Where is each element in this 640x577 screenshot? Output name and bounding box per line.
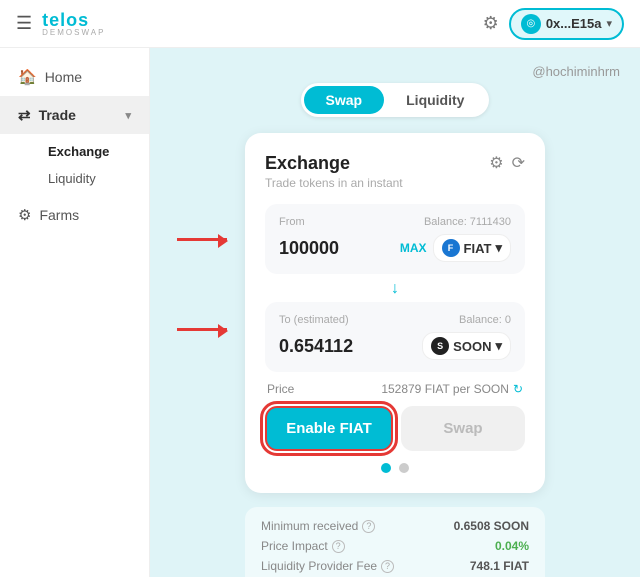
- topbar: ☰ telos DEMOSWAP ⚙ ◎ 0x...E15a ▾: [0, 0, 640, 48]
- card-title: Exchange: [265, 153, 403, 174]
- step-dots: [265, 463, 525, 473]
- lp-fee-label: Liquidity Provider Fee ?: [261, 559, 394, 573]
- sidebar: 🏠 Home ⇄ Trade ▾ Exchange Liquidity ⚙ Fa…: [0, 48, 150, 577]
- to-controls: S SOON ▾: [422, 332, 511, 360]
- main-layout: 🏠 Home ⇄ Trade ▾ Exchange Liquidity ⚙ Fa…: [0, 48, 640, 577]
- logo-title: telos: [42, 11, 105, 29]
- sidebar-item-exchange[interactable]: Exchange: [40, 138, 149, 165]
- to-token-label: SOON: [453, 339, 491, 354]
- topbar-left: ☰ telos DEMOSWAP: [16, 11, 105, 37]
- to-field-main: 0.654112 S SOON ▾: [279, 332, 511, 360]
- tab-swap[interactable]: Swap: [304, 86, 385, 114]
- trade-chevron: ▾: [125, 109, 131, 122]
- arrow-annotation-2: [177, 328, 227, 331]
- logo: telos DEMOSWAP: [42, 11, 105, 37]
- arrow-annotation-1: [177, 238, 227, 241]
- to-label: To (estimated): [279, 314, 349, 326]
- from-field: From Balance: 7111430 100000 MAX F FIAT …: [265, 204, 525, 274]
- soon-icon: S: [431, 337, 449, 355]
- home-icon: 🏠: [18, 68, 37, 86]
- min-received-help[interactable]: ?: [362, 520, 375, 533]
- min-received-value: 0.6508 SOON: [454, 519, 529, 533]
- step-dot-1: [381, 463, 391, 473]
- info-row-lp-fee: Liquidity Provider Fee ? 748.1 FIAT: [261, 559, 529, 573]
- to-token-chevron: ▾: [495, 338, 502, 354]
- to-field-top: To (estimated) Balance: 0: [279, 314, 511, 326]
- card-history-icon[interactable]: ⟳: [512, 153, 525, 173]
- lp-fee-help[interactable]: ?: [381, 560, 394, 573]
- trade-icon: ⇄: [18, 106, 31, 124]
- card-subtitle: Trade tokens in an instant: [265, 176, 403, 190]
- price-impact-help[interactable]: ?: [332, 540, 345, 553]
- max-button[interactable]: MAX: [400, 241, 427, 255]
- chevron-down-icon: ▾: [606, 17, 612, 30]
- from-label: From: [279, 216, 305, 228]
- settings-icon[interactable]: ⚙: [483, 13, 499, 34]
- price-row: Price 152879 FIAT per SOON ↻: [265, 382, 525, 396]
- card-header: Exchange Trade tokens in an instant ⚙ ⟳: [265, 153, 525, 190]
- lp-fee-value: 748.1 FIAT: [470, 559, 529, 573]
- to-token-select[interactable]: S SOON ▾: [422, 332, 511, 360]
- sidebar-item-trade[interactable]: ⇄ Trade ▾: [0, 96, 149, 134]
- from-field-top: From Balance: 7111430: [279, 216, 511, 228]
- from-amount[interactable]: 100000: [279, 238, 339, 259]
- swap-button[interactable]: Swap: [401, 406, 525, 451]
- info-section: Minimum received ? 0.6508 SOON Price Imp…: [245, 507, 545, 577]
- step-dot-2: [399, 463, 409, 473]
- price-impact-value: 0.04%: [495, 539, 529, 553]
- to-amount[interactable]: 0.654112: [279, 336, 353, 357]
- from-token-chevron: ▾: [495, 240, 502, 256]
- hamburger-icon[interactable]: ☰: [16, 13, 32, 34]
- sidebar-item-home[interactable]: 🏠 Home: [0, 58, 149, 96]
- wallet-icon: ◎: [521, 14, 541, 34]
- exchange-card: Exchange Trade tokens in an instant ⚙ ⟳ …: [245, 133, 545, 493]
- logo-sub: DEMOSWAP: [42, 29, 105, 37]
- min-received-label: Minimum received ?: [261, 519, 375, 533]
- refresh-icon[interactable]: ↻: [513, 382, 523, 396]
- sidebar-sub: Exchange Liquidity: [0, 134, 149, 196]
- from-field-main: 100000 MAX F FIAT ▾: [279, 234, 511, 262]
- to-field: To (estimated) Balance: 0 0.654112 S SOO…: [265, 302, 525, 372]
- sidebar-label-farms: Farms: [39, 207, 79, 223]
- enable-fiat-button[interactable]: Enable FIAT: [265, 406, 393, 451]
- card-settings-icon[interactable]: ⚙: [489, 153, 503, 173]
- farms-icon: ⚙: [18, 206, 31, 224]
- sidebar-label-trade: Trade: [39, 107, 76, 123]
- from-token-select[interactable]: F FIAT ▾: [433, 234, 511, 262]
- wallet-address: 0x...E15a: [546, 16, 602, 31]
- wallet-button[interactable]: ◎ 0x...E15a ▾: [509, 8, 624, 40]
- sidebar-item-farms[interactable]: ⚙ Farms: [0, 196, 149, 234]
- info-row-price-impact: Price Impact ? 0.04%: [261, 539, 529, 553]
- price-value: 152879 FIAT per SOON ↻: [381, 382, 523, 396]
- fiat-icon: F: [442, 239, 460, 257]
- from-balance: Balance: 7111430: [424, 216, 511, 228]
- card-icons: ⚙ ⟳: [489, 153, 525, 173]
- price-label: Price: [267, 382, 294, 396]
- sidebar-label-home: Home: [45, 69, 82, 85]
- swap-arrow[interactable]: ↓: [265, 280, 525, 298]
- topbar-right: ⚙ ◎ 0x...E15a ▾: [483, 8, 624, 40]
- watermark: @hochiminhrm: [532, 64, 620, 79]
- card-title-block: Exchange Trade tokens in an instant: [265, 153, 403, 190]
- info-row-min-received: Minimum received ? 0.6508 SOON: [261, 519, 529, 533]
- btn-row: Enable FIAT Swap: [265, 406, 525, 451]
- from-controls: MAX F FIAT ▾: [400, 234, 511, 262]
- tab-liquidity[interactable]: Liquidity: [384, 86, 486, 114]
- price-text: 152879 FIAT per SOON: [381, 382, 509, 396]
- sidebar-item-liquidity[interactable]: Liquidity: [40, 165, 149, 192]
- from-token-label: FIAT: [464, 241, 492, 256]
- price-impact-label: Price Impact ?: [261, 539, 345, 553]
- toggle-tabs: Swap Liquidity: [301, 83, 490, 117]
- to-balance: Balance: 0: [459, 314, 511, 326]
- content-area: @hochiminhrm Swap Liquidity Exchange: [150, 48, 640, 577]
